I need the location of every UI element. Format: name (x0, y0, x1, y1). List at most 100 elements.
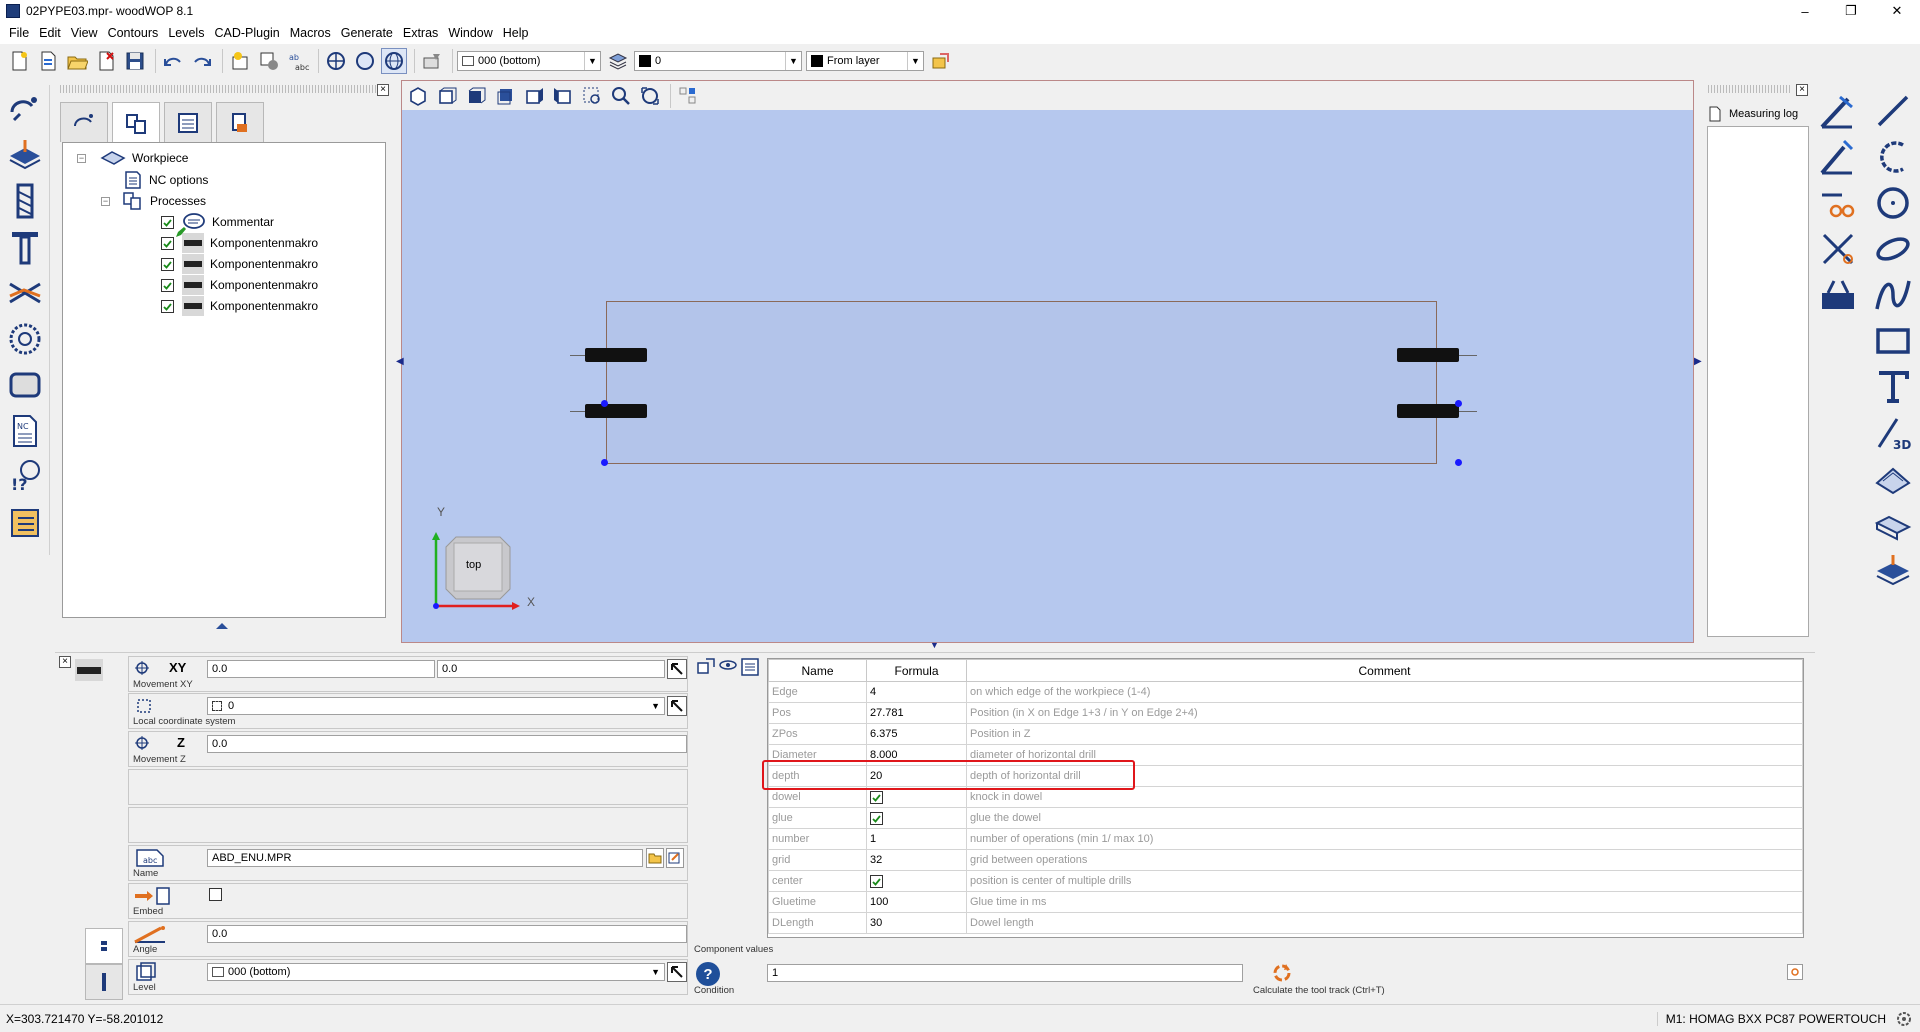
3d-contour-icon[interactable]: 3D (1870, 410, 1916, 456)
measuring-log-grip[interactable] (1708, 85, 1792, 93)
table-row[interactable]: DLength 30 Dowel length (768, 912, 1803, 934)
component-edit-icon[interactable] (696, 657, 716, 677)
param-formula[interactable]: 100 (866, 891, 967, 913)
selection-handle[interactable] (1455, 400, 1462, 407)
process-checkbox[interactable] (161, 257, 174, 271)
parameter-list-icon[interactable] (740, 657, 760, 677)
table-row[interactable]: ZPos 6.375 Position in Z (768, 723, 1803, 745)
help-question-icon[interactable]: !? (3, 455, 47, 499)
local-cs-select[interactable]: 0 ▼ (207, 697, 665, 715)
tab-tool[interactable] (85, 964, 123, 1000)
pick-cs-button[interactable] (667, 696, 687, 716)
visibility-eye-icon[interactable] (718, 657, 738, 677)
menu-macros[interactable]: Macros (285, 26, 336, 40)
param-formula-checkbox[interactable] (866, 870, 967, 892)
pocket-icon[interactable] (3, 363, 47, 407)
replace-text-icon[interactable]: ab abc (285, 48, 311, 74)
measure-angle-icon[interactable] (1815, 88, 1861, 134)
menu-help[interactable]: Help (498, 26, 534, 40)
collapse-icon[interactable]: − (77, 153, 86, 163)
param-formula[interactable]: 6.375 (866, 723, 967, 745)
tree-node-process[interactable]: Komponentenmakro (161, 274, 318, 296)
line-icon[interactable] (1870, 88, 1916, 134)
sphere-view-icon[interactable] (352, 48, 378, 74)
circle-icon[interactable] (1870, 180, 1916, 226)
color-select[interactable]: 0 ▼ (634, 51, 802, 71)
table-row[interactable]: glue glue the dowel (768, 807, 1803, 829)
menu-file[interactable]: File (4, 26, 34, 40)
new-template-icon[interactable] (35, 48, 61, 74)
table-row[interactable]: center position is center of multiple dri… (768, 870, 1803, 892)
saw-icon[interactable] (3, 271, 47, 315)
menu-view[interactable]: View (66, 26, 103, 40)
drill-icon[interactable] (3, 179, 47, 223)
workpiece-outline[interactable] (606, 301, 1437, 464)
menu-extras[interactable]: Extras (398, 26, 443, 40)
selection-handle[interactable] (601, 459, 608, 466)
workpiece-icon[interactable] (3, 133, 47, 177)
cut-contour-icon[interactable] (1815, 180, 1861, 226)
surface-icon[interactable] (1870, 456, 1916, 502)
zoom-icon[interactable] (608, 83, 634, 109)
process-checkbox[interactable] (161, 236, 174, 250)
level-select[interactable]: 000 (bottom) ▼ (457, 51, 601, 71)
table-row[interactable]: Edge 4 on which edge of the workpiece (1-4… (768, 681, 1803, 703)
calculate-tool-track-icon[interactable] (1271, 962, 1293, 984)
table-row[interactable]: grid 32 grid between operations (768, 849, 1803, 871)
rectangle-icon[interactable] (1870, 318, 1916, 364)
tab-tools[interactable] (216, 102, 264, 142)
measure-distance-icon[interactable] (1815, 134, 1861, 180)
tree-node-workpiece[interactable]: − Workpiece (77, 147, 188, 169)
menu-window[interactable]: Window (443, 26, 497, 40)
trim-contour-icon[interactable] (1815, 226, 1861, 272)
tab-variables[interactable] (164, 102, 212, 142)
tree-node-process[interactable]: Komponentenmakro (161, 295, 318, 317)
toolbox-icon[interactable] (1815, 272, 1861, 318)
process-checkbox[interactable] (161, 215, 174, 229)
tree-panel-grip[interactable] (60, 85, 380, 93)
undo-icon[interactable] (160, 48, 186, 74)
level-select[interactable]: 000 (bottom) ▼ (207, 963, 665, 981)
param-checkbox[interactable] (870, 811, 883, 825)
view-back-icon[interactable] (492, 83, 518, 109)
view-front-icon[interactable] (434, 83, 460, 109)
measuring-log-tab[interactable]: Measuring log (1707, 102, 1807, 126)
close-button[interactable]: ✕ (1874, 0, 1920, 22)
zoom-window-icon[interactable] (579, 83, 605, 109)
param-formula[interactable]: 30 (866, 912, 967, 934)
param-checkbox[interactable] (870, 874, 883, 888)
sweep-icon[interactable] (1870, 502, 1916, 548)
param-formula[interactable]: 1 (866, 828, 967, 850)
edit-tool-icon[interactable] (419, 48, 445, 74)
tab-contour[interactable] (60, 102, 108, 142)
tab-properties[interactable] (85, 928, 123, 964)
table-row[interactable]: Gluetime 100 Glue time in ms (768, 891, 1803, 913)
menu-generate[interactable]: Generate (336, 26, 398, 40)
arc-icon[interactable] (1870, 134, 1916, 180)
component-settings-icon[interactable] (256, 48, 282, 74)
process-checkbox[interactable] (161, 299, 174, 313)
process-checkbox[interactable] (161, 278, 174, 292)
measuring-log-close-button[interactable]: × (1796, 84, 1808, 96)
param-checkbox[interactable] (870, 790, 883, 804)
restore-button[interactable]: ❐ (1828, 0, 1874, 22)
angle-input[interactable]: 0.0 (207, 925, 687, 943)
edit-file-button[interactable] (666, 848, 684, 868)
settings-gear-icon[interactable] (1896, 1011, 1912, 1027)
collapse-left-arrow-icon[interactable]: ◀ (396, 356, 404, 367)
minimize-button[interactable]: – (1782, 0, 1828, 22)
zoom-all-icon[interactable] (637, 83, 663, 109)
movement-x-input[interactable]: 0.0 (207, 660, 435, 678)
embed-checkbox[interactable] (209, 888, 222, 901)
pick-level-button[interactable] (667, 962, 687, 982)
redo-icon[interactable] (189, 48, 215, 74)
collapse-bottom-arrow-icon[interactable]: ▼ (930, 640, 939, 650)
selection-handle[interactable] (1455, 459, 1462, 466)
menu-contours[interactable]: Contours (103, 26, 164, 40)
ellipse-icon[interactable] (1870, 226, 1916, 272)
tree-node-nc-options[interactable]: NC options (123, 169, 208, 191)
text-icon[interactable] (1870, 364, 1916, 410)
workpiece-layers-icon[interactable] (1870, 548, 1916, 594)
close-file-icon[interactable] (93, 48, 119, 74)
tree-node-process[interactable]: Komponentenmakro (161, 253, 318, 275)
